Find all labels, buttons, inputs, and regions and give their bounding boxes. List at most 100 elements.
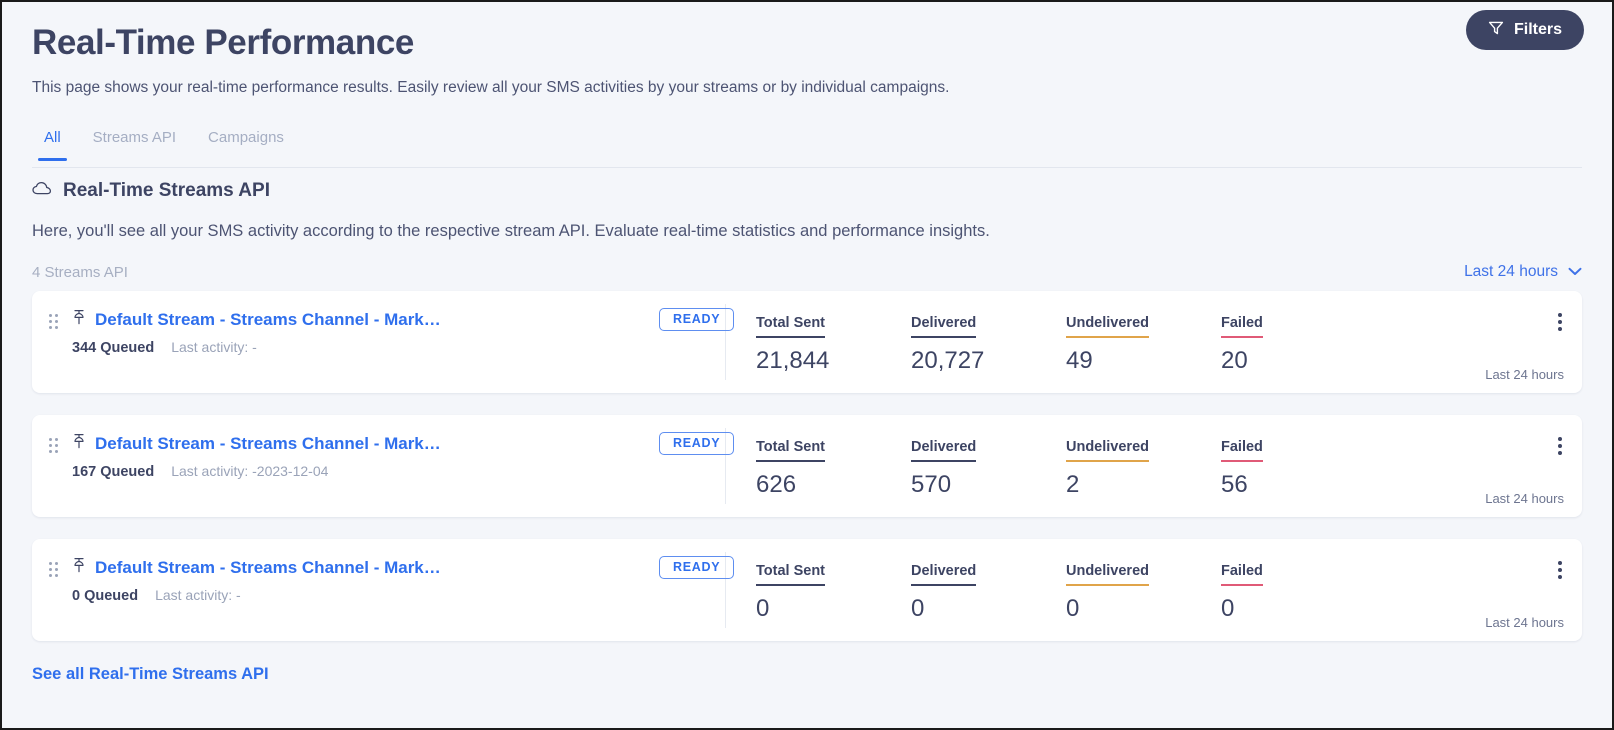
metrics-group: Total Sent 21,844 Delivered 20,727 Undel… xyxy=(726,291,1376,375)
tab-streams-api[interactable]: Streams API xyxy=(81,126,188,160)
metric-value-failed: 20 xyxy=(1221,347,1248,374)
stream-card[interactable]: Default Stream - Streams Channel - Mark…… xyxy=(32,539,1582,641)
metric-value-delivered: 570 xyxy=(911,471,952,498)
queued-count: 167 Queued xyxy=(72,464,155,480)
drag-handle-icon[interactable] xyxy=(49,438,58,453)
stream-name-row: Default Stream - Streams Channel - Mark… xyxy=(72,433,441,454)
drag-handle-icon[interactable] xyxy=(49,562,58,577)
metric-label-undelivered: Undelivered xyxy=(1066,315,1149,338)
see-all-streams-link[interactable]: See all Real-Time Streams API xyxy=(32,665,269,684)
cloud-icon xyxy=(32,181,52,201)
metric-label-undelivered: Undelivered xyxy=(1066,439,1149,462)
metric-label-total-sent: Total Sent xyxy=(756,315,826,338)
stream-name-row: Default Stream - Streams Channel - Mark… xyxy=(72,557,441,578)
section-title: Real-Time Streams API xyxy=(63,180,270,201)
section-description: Here, you'll see all your SMS activity a… xyxy=(32,222,990,240)
pin-icon[interactable] xyxy=(72,309,86,330)
metric-label-delivered: Delivered xyxy=(911,315,977,338)
stream-card-left: Default Stream - Streams Channel - Mark…… xyxy=(32,291,726,393)
drag-handle-icon[interactable] xyxy=(49,314,58,329)
page-header: Real-Time Performance This page shows yo… xyxy=(2,2,1612,98)
metric-total-sent: Total Sent 0 xyxy=(756,562,911,623)
metric-label-undelivered: Undelivered xyxy=(1066,563,1149,586)
stream-cards-list: Default Stream - Streams Channel - Mark…… xyxy=(32,291,1582,641)
metric-total-sent: Total Sent 626 xyxy=(756,438,911,499)
stream-name-link[interactable]: Default Stream - Streams Channel - Mark… xyxy=(95,310,441,330)
card-time-range: Last 24 hours xyxy=(1485,615,1564,630)
metric-value-undelivered: 0 xyxy=(1066,595,1080,622)
metric-value-delivered: 0 xyxy=(911,595,925,622)
metric-value-undelivered: 49 xyxy=(1066,347,1093,374)
metric-failed: Failed 20 xyxy=(1221,314,1376,375)
stream-card[interactable]: Default Stream - Streams Channel - Mark…… xyxy=(32,415,1582,517)
status-badge: READY xyxy=(659,432,735,455)
card-time-range: Last 24 hours xyxy=(1485,367,1564,382)
status-badge: READY xyxy=(659,308,735,331)
stream-card[interactable]: Default Stream - Streams Channel - Mark…… xyxy=(32,291,1582,393)
metric-failed: Failed 0 xyxy=(1221,562,1376,623)
metric-label-total-sent: Total Sent xyxy=(756,439,826,462)
metric-delivered: Delivered 20,727 xyxy=(911,314,1066,375)
stream-sub-row: 167 Queued Last activity: -2023-12-04 xyxy=(72,463,441,480)
last-activity: Last activity: -2023-12-04 xyxy=(171,463,329,479)
kebab-menu-icon[interactable] xyxy=(1554,309,1566,335)
metric-total-sent: Total Sent 21,844 xyxy=(756,314,911,375)
metric-undelivered: Undelivered 2 xyxy=(1066,438,1221,499)
filters-button-label: Filters xyxy=(1513,21,1562,38)
time-range-picker[interactable]: Last 24 hours xyxy=(1464,263,1582,281)
chevron-down-icon xyxy=(1568,263,1582,281)
page-subtitle: This page shows your real-time performan… xyxy=(32,78,950,96)
metric-value-undelivered: 2 xyxy=(1066,471,1080,498)
metric-label-total-sent: Total Sent xyxy=(756,563,826,586)
stream-name-link[interactable]: Default Stream - Streams Channel - Mark… xyxy=(95,558,441,578)
kebab-menu-icon[interactable] xyxy=(1554,557,1566,583)
stream-info: Default Stream - Streams Channel - Mark…… xyxy=(72,433,441,481)
metric-label-failed: Failed xyxy=(1221,315,1263,338)
filters-button[interactable]: Filters xyxy=(1465,10,1584,50)
stream-sub-row: 344 Queued Last activity: - xyxy=(72,339,441,356)
section-meta-row: 4 Streams API Last 24 hours xyxy=(32,263,1582,281)
metrics-group: Total Sent 0 Delivered 0 Undelivered 0 F… xyxy=(726,539,1376,623)
last-activity: Last activity: - xyxy=(155,587,241,603)
funnel-icon xyxy=(1488,20,1504,41)
stream-sub-row: 0 Queued Last activity: - xyxy=(72,587,441,604)
queued-count: 0 Queued xyxy=(72,588,139,604)
metric-label-failed: Failed xyxy=(1221,439,1263,462)
pin-icon[interactable] xyxy=(72,557,86,578)
metric-value-failed: 56 xyxy=(1221,471,1248,498)
card-time-range: Last 24 hours xyxy=(1485,491,1564,506)
pin-icon[interactable] xyxy=(72,433,86,454)
stream-name-link[interactable]: Default Stream - Streams Channel - Mark… xyxy=(95,434,441,454)
metrics-group: Total Sent 626 Delivered 570 Undelivered… xyxy=(726,415,1376,499)
stream-name-row: Default Stream - Streams Channel - Mark… xyxy=(72,309,441,330)
app-viewport: Real-Time Performance This page shows yo… xyxy=(0,0,1614,730)
tab-campaigns[interactable]: Campaigns xyxy=(196,126,296,160)
queued-count: 344 Queued xyxy=(72,340,155,356)
tab-bar: All Streams API Campaigns xyxy=(32,126,1582,168)
time-range-label: Last 24 hours xyxy=(1464,263,1558,280)
metric-label-failed: Failed xyxy=(1221,563,1263,586)
metric-failed: Failed 56 xyxy=(1221,438,1376,499)
section-title-row: Real-Time Streams API xyxy=(32,180,1582,202)
stream-count-label: 4 Streams API xyxy=(32,263,128,281)
stream-card-left: Default Stream - Streams Channel - Mark…… xyxy=(32,415,726,517)
status-badge: READY xyxy=(659,556,735,579)
metric-value-failed: 0 xyxy=(1221,595,1235,622)
page-title: Real-Time Performance xyxy=(32,23,414,62)
metric-value-total-sent: 0 xyxy=(756,595,770,622)
metric-undelivered: Undelivered 49 xyxy=(1066,314,1221,375)
last-activity: Last activity: - xyxy=(171,339,257,355)
metric-label-delivered: Delivered xyxy=(911,563,977,586)
stream-card-left: Default Stream - Streams Channel - Mark…… xyxy=(32,539,726,641)
tab-all[interactable]: All xyxy=(32,126,73,161)
metric-value-total-sent: 21,844 xyxy=(756,347,830,374)
stream-info: Default Stream - Streams Channel - Mark…… xyxy=(72,309,441,357)
metric-undelivered: Undelivered 0 xyxy=(1066,562,1221,623)
metric-value-delivered: 20,727 xyxy=(911,347,985,374)
metric-value-total-sent: 626 xyxy=(756,471,797,498)
metric-delivered: Delivered 570 xyxy=(911,438,1066,499)
streams-section: Real-Time Streams API Here, you'll see a… xyxy=(32,180,1582,684)
metric-delivered: Delivered 0 xyxy=(911,562,1066,623)
kebab-menu-icon[interactable] xyxy=(1554,433,1566,459)
stream-info: Default Stream - Streams Channel - Mark…… xyxy=(72,557,441,605)
